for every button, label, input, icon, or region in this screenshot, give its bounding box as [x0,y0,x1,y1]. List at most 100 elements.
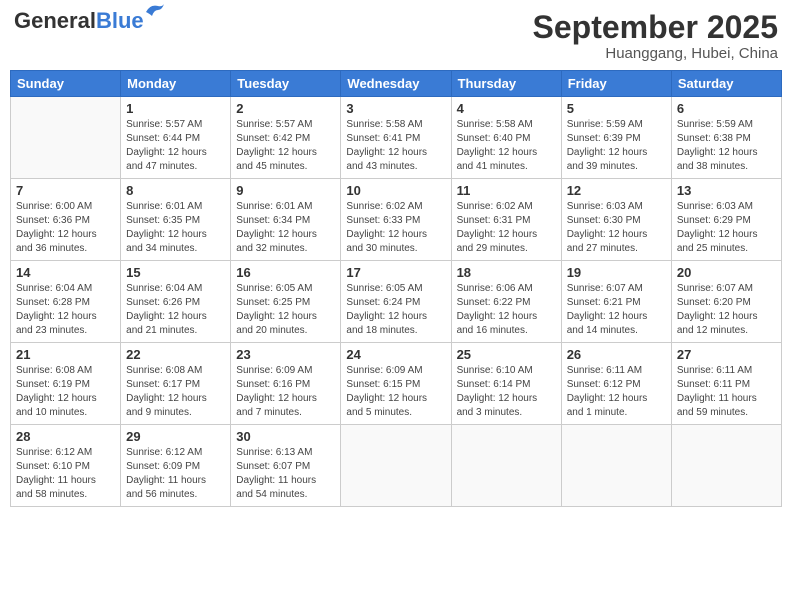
column-headers: SundayMondayTuesdayWednesdayThursdayFrid… [11,71,782,97]
day-number: 18 [457,265,556,280]
calendar-cell [451,425,561,507]
calendar-cell: 22 Sunrise: 6:08 AMSunset: 6:17 PMDayligh… [121,343,231,425]
day-number: 23 [236,347,335,362]
calendar-table: SundayMondayTuesdayWednesdayThursdayFrid… [10,70,782,507]
day-number: 12 [567,183,666,198]
day-number: 5 [567,101,666,116]
day-number: 8 [126,183,225,198]
day-number: 14 [16,265,115,280]
calendar-cell: 3 Sunrise: 5:58 AMSunset: 6:41 PMDaylight… [341,97,451,179]
calendar-cell: 9 Sunrise: 6:01 AMSunset: 6:34 PMDaylight… [231,179,341,261]
calendar-cell: 18 Sunrise: 6:06 AMSunset: 6:22 PMDayligh… [451,261,561,343]
day-number: 11 [457,183,556,198]
column-header-thursday: Thursday [451,71,561,97]
day-info: Sunrise: 6:01 AMSunset: 6:35 PMDaylight:… [126,200,225,256]
day-number: 28 [16,429,115,444]
calendar-cell: 10Sunrise: 6:02 AMSunset: 6:33 PMDayligh… [341,179,451,261]
title-block: September 2025 Huanggang, Hubei, China [533,10,778,62]
calendar-cell: 6 Sunrise: 5:59 AMSunset: 6:38 PMDaylight… [671,97,781,179]
calendar-cell: 4 Sunrise: 5:58 AMSunset: 6:40 PMDaylight… [451,97,561,179]
calendar-cell: 16 Sunrise: 6:05 AMSunset: 6:25 PMDayligh… [231,261,341,343]
calendar-cell: 27Sunrise: 6:11 AMSunset: 6:11 PMDayligh… [671,343,781,425]
calendar-cell: 19 Sunrise: 6:07 AMSunset: 6:21 PMDayligh… [561,261,671,343]
calendar-cell: 15Sunrise: 6:04 AMSunset: 6:26 PMDayligh… [121,261,231,343]
day-number: 3 [346,101,445,116]
day-number: 21 [16,347,115,362]
calendar-cell [341,425,451,507]
calendar-cell: 17Sunrise: 6:05 AMSunset: 6:24 PMDayligh… [341,261,451,343]
calendar-cell: 23 Sunrise: 6:09 AMSunset: 6:16 PMDayligh… [231,343,341,425]
day-info: Sunrise: 6:01 AMSunset: 6:34 PMDaylight:… [236,200,335,256]
calendar-cell: 26 Sunrise: 6:11 AMSunset: 6:12 PMDayligh… [561,343,671,425]
day-info: Sunrise: 6:08 AMSunset: 6:17 PMDaylight:… [126,364,225,420]
day-info: Sunrise: 6:06 AMSunset: 6:22 PMDaylight:… [457,282,556,338]
day-info: Sunrise: 6:05 AMSunset: 6:24 PMDaylight:… [346,282,445,338]
day-number: 2 [236,101,335,116]
day-info: Sunrise: 6:03 AMSunset: 6:30 PMDaylight:… [567,200,666,256]
calendar-cell: 11 Sunrise: 6:02 AMSunset: 6:31 PMDayligh… [451,179,561,261]
calendar-cell: 29Sunrise: 6:12 AMSunset: 6:09 PMDayligh… [121,425,231,507]
day-number: 9 [236,183,335,198]
calendar-cell: 28 Sunrise: 6:12 AMSunset: 6:10 PMDayligh… [11,425,121,507]
calendar-cell: 13Sunrise: 6:03 AMSunset: 6:29 PMDayligh… [671,179,781,261]
calendar-week-5: 28 Sunrise: 6:12 AMSunset: 6:10 PMDayligh… [11,425,782,507]
month-year-title: September 2025 [533,10,778,45]
calendar-cell: 7 Sunrise: 6:00 AMSunset: 6:36 PMDaylight… [11,179,121,261]
bird-icon [144,2,166,20]
calendar-cell: 2 Sunrise: 5:57 AMSunset: 6:42 PMDaylight… [231,97,341,179]
calendar-week-1: 1Sunrise: 5:57 AMSunset: 6:44 PMDaylight… [11,97,782,179]
location-subtitle: Huanggang, Hubei, China [533,45,778,62]
calendar-week-3: 14 Sunrise: 6:04 AMSunset: 6:28 PMDayligh… [11,261,782,343]
calendar-cell: 25 Sunrise: 6:10 AMSunset: 6:14 PMDayligh… [451,343,561,425]
day-number: 20 [677,265,776,280]
day-info: Sunrise: 6:09 AMSunset: 6:16 PMDaylight:… [236,364,335,420]
calendar-cell: 8 Sunrise: 6:01 AMSunset: 6:35 PMDaylight… [121,179,231,261]
calendar-week-2: 7 Sunrise: 6:00 AMSunset: 6:36 PMDaylight… [11,179,782,261]
day-number: 22 [126,347,225,362]
day-info: Sunrise: 6:10 AMSunset: 6:14 PMDaylight:… [457,364,556,420]
day-info: Sunrise: 5:57 AMSunset: 6:44 PMDaylight:… [126,118,225,174]
day-info: Sunrise: 5:58 AMSunset: 6:41 PMDaylight:… [346,118,445,174]
day-info: Sunrise: 6:07 AMSunset: 6:20 PMDaylight:… [677,282,776,338]
calendar-cell: 21Sunrise: 6:08 AMSunset: 6:19 PMDayligh… [11,343,121,425]
logo-text: GeneralBlue [14,10,144,32]
day-info: Sunrise: 6:04 AMSunset: 6:28 PMDaylight:… [16,282,115,338]
calendar-cell: 30 Sunrise: 6:13 AMSunset: 6:07 PMDayligh… [231,425,341,507]
day-info: Sunrise: 6:02 AMSunset: 6:33 PMDaylight:… [346,200,445,256]
day-info: Sunrise: 6:07 AMSunset: 6:21 PMDaylight:… [567,282,666,338]
day-info: Sunrise: 5:59 AMSunset: 6:39 PMDaylight:… [567,118,666,174]
day-info: Sunrise: 5:59 AMSunset: 6:38 PMDaylight:… [677,118,776,174]
day-number: 16 [236,265,335,280]
day-info: Sunrise: 6:00 AMSunset: 6:36 PMDaylight:… [16,200,115,256]
day-info: Sunrise: 6:12 AMSunset: 6:09 PMDaylight:… [126,446,225,502]
calendar-cell: 20 Sunrise: 6:07 AMSunset: 6:20 PMDayligh… [671,261,781,343]
day-number: 4 [457,101,556,116]
calendar-cell [11,97,121,179]
calendar-cell: 24Sunrise: 6:09 AMSunset: 6:15 PMDayligh… [341,343,451,425]
calendar-cell [671,425,781,507]
day-info: Sunrise: 6:03 AMSunset: 6:29 PMDaylight:… [677,200,776,256]
day-info: Sunrise: 5:58 AMSunset: 6:40 PMDaylight:… [457,118,556,174]
day-info: Sunrise: 5:57 AMSunset: 6:42 PMDaylight:… [236,118,335,174]
column-header-saturday: Saturday [671,71,781,97]
day-number: 24 [346,347,445,362]
day-number: 27 [677,347,776,362]
day-info: Sunrise: 6:02 AMSunset: 6:31 PMDaylight:… [457,200,556,256]
day-number: 19 [567,265,666,280]
day-info: Sunrise: 6:12 AMSunset: 6:10 PMDaylight:… [16,446,115,502]
day-number: 6 [677,101,776,116]
day-number: 25 [457,347,556,362]
column-header-monday: Monday [121,71,231,97]
day-number: 7 [16,183,115,198]
day-info: Sunrise: 6:05 AMSunset: 6:25 PMDaylight:… [236,282,335,338]
column-header-friday: Friday [561,71,671,97]
day-info: Sunrise: 6:11 AMSunset: 6:12 PMDaylight:… [567,364,666,420]
column-header-tuesday: Tuesday [231,71,341,97]
calendar-cell: 1Sunrise: 5:57 AMSunset: 6:44 PMDaylight… [121,97,231,179]
day-number: 30 [236,429,335,444]
day-info: Sunrise: 6:13 AMSunset: 6:07 PMDaylight:… [236,446,335,502]
column-header-sunday: Sunday [11,71,121,97]
day-number: 26 [567,347,666,362]
calendar-cell [561,425,671,507]
calendar-cell: 14 Sunrise: 6:04 AMSunset: 6:28 PMDayligh… [11,261,121,343]
